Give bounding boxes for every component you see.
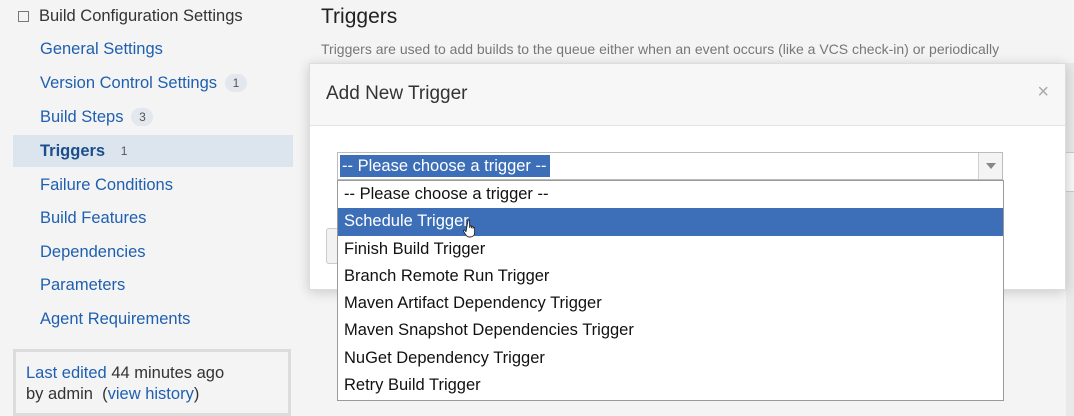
sidebar-header: Build Configuration Settings: [18, 7, 243, 26]
option-label: Schedule Trigger: [344, 212, 469, 231]
sidebar-header-label: Build Configuration Settings: [39, 7, 243, 25]
last-edited-box: Last edited 44 minutes ago by admin (vie…: [13, 349, 291, 416]
count-badge: 1: [113, 142, 136, 160]
option-branch-remote-run-trigger[interactable]: Branch Remote Run Trigger: [338, 263, 1003, 290]
sidebar-item-label: Parameters: [40, 275, 126, 294]
option-retry-build-trigger[interactable]: Retry Build Trigger: [338, 372, 1003, 399]
sidebar-item-parameters[interactable]: Parameters: [13, 269, 293, 301]
sidebar-item-general-settings[interactable]: General Settings: [13, 33, 293, 65]
dialog-header: Add New Trigger ×: [310, 64, 1065, 126]
sidebar-item-label: Dependencies: [40, 242, 146, 261]
last-edited-link[interactable]: Last edited: [26, 364, 107, 382]
last-edited-time: 44 minutes ago: [111, 364, 225, 382]
sidebar-item-dependencies[interactable]: Dependencies: [13, 236, 293, 268]
sidebar-item-label: Failure Conditions: [40, 175, 173, 194]
option-please-choose[interactable]: -- Please choose a trigger --: [338, 181, 1003, 208]
trigger-type-select[interactable]: -- Please choose a trigger --: [337, 152, 1003, 180]
sidebar-item-label: Build Features: [40, 208, 147, 227]
background-field: [1066, 152, 1074, 192]
sidebar-item-label: Version Control Settings: [40, 73, 218, 92]
background-panel: [1066, 63, 1074, 416]
collapse-box-icon[interactable]: [18, 11, 29, 22]
page-description: Triggers are used to add builds to the q…: [321, 41, 1000, 57]
sidebar-item-label: Agent Requirements: [40, 309, 191, 328]
chevron-down-icon[interactable]: [978, 153, 1002, 179]
count-badge: 1: [225, 74, 248, 92]
option-schedule-trigger[interactable]: Schedule Trigger: [338, 208, 1003, 238]
last-edited-by: by admin: [26, 385, 93, 403]
select-current-value: -- Please choose a trigger --: [340, 155, 550, 177]
sidebar: Build Configuration Settings General Set…: [0, 0, 296, 416]
sidebar-item-triggers[interactable]: Triggers 1: [13, 135, 293, 167]
sidebar-item-failure-conditions[interactable]: Failure Conditions: [13, 169, 293, 201]
option-nuget-dependency-trigger[interactable]: NuGet Dependency Trigger: [338, 345, 1003, 372]
sidebar-item-version-control-settings[interactable]: Version Control Settings 1: [13, 67, 293, 99]
trigger-type-options: -- Please choose a trigger -- Schedule T…: [337, 180, 1004, 401]
sidebar-item-build-features[interactable]: Build Features: [13, 202, 293, 234]
option-maven-snapshot-dependencies-trigger[interactable]: Maven Snapshot Dependencies Trigger: [338, 317, 1003, 344]
sidebar-item-label: Triggers: [40, 141, 106, 160]
count-badge: 3: [131, 108, 154, 126]
sidebar-item-build-steps[interactable]: Build Steps 3: [13, 101, 293, 133]
option-maven-artifact-dependency-trigger[interactable]: Maven Artifact Dependency Trigger: [338, 290, 1003, 317]
option-finish-build-trigger[interactable]: Finish Build Trigger: [338, 236, 1003, 263]
dialog-title: Add New Trigger: [326, 83, 468, 104]
sidebar-item-label: Build Steps: [40, 107, 124, 126]
sidebar-item-label: General Settings: [40, 39, 163, 58]
page-title: Triggers: [321, 5, 398, 28]
close-icon[interactable]: ×: [1037, 82, 1049, 102]
view-history-link[interactable]: view history: [108, 385, 194, 403]
sidebar-item-agent-requirements[interactable]: Agent Requirements: [13, 303, 293, 335]
